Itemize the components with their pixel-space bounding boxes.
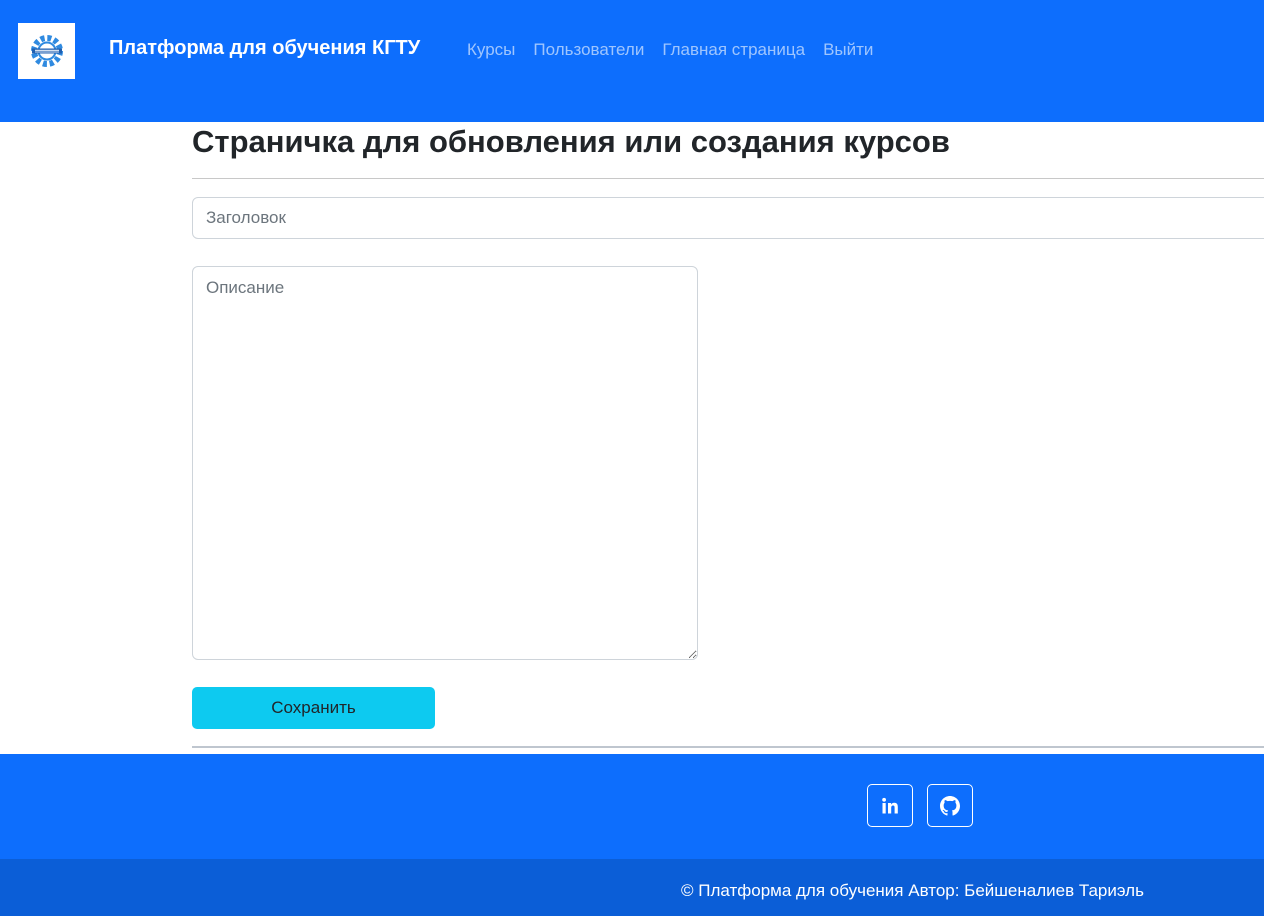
nav-link-users[interactable]: Пользователи bbox=[533, 40, 644, 60]
nav-link-logout[interactable]: Выйти bbox=[823, 40, 873, 60]
nav-link-home[interactable]: Главная страница bbox=[662, 40, 805, 60]
footer-social-section bbox=[0, 754, 1264, 859]
linkedin-button[interactable] bbox=[867, 784, 913, 827]
save-button[interactable]: Сохранить bbox=[192, 687, 435, 729]
title-input[interactable] bbox=[192, 197, 1264, 239]
divider bbox=[192, 178, 1264, 179]
description-textarea[interactable] bbox=[192, 266, 698, 660]
logo[interactable] bbox=[18, 23, 75, 79]
footer-divider bbox=[192, 746, 1264, 748]
copyright-text: © Платформа для обучения Автор: Бейшенал… bbox=[681, 881, 1144, 900]
nav-links: Курсы Пользователи Главная страница Выйт… bbox=[467, 40, 873, 60]
nav-link-courses[interactable]: Курсы bbox=[467, 40, 515, 60]
page-title: Страничка для обновления или создания ку… bbox=[192, 124, 950, 159]
brand-title[interactable]: Платформа для обучения КГТУ bbox=[109, 37, 420, 60]
linkedin-icon bbox=[882, 797, 898, 813]
kgtu-gear-logo-icon bbox=[30, 35, 63, 67]
github-button[interactable] bbox=[927, 784, 973, 827]
github-icon bbox=[940, 795, 960, 816]
navbar: Платформа для обучения КГТУ Курсы Пользо… bbox=[0, 0, 1264, 122]
footer-copyright-bar: © Платформа для обучения Автор: Бейшенал… bbox=[0, 859, 1264, 916]
